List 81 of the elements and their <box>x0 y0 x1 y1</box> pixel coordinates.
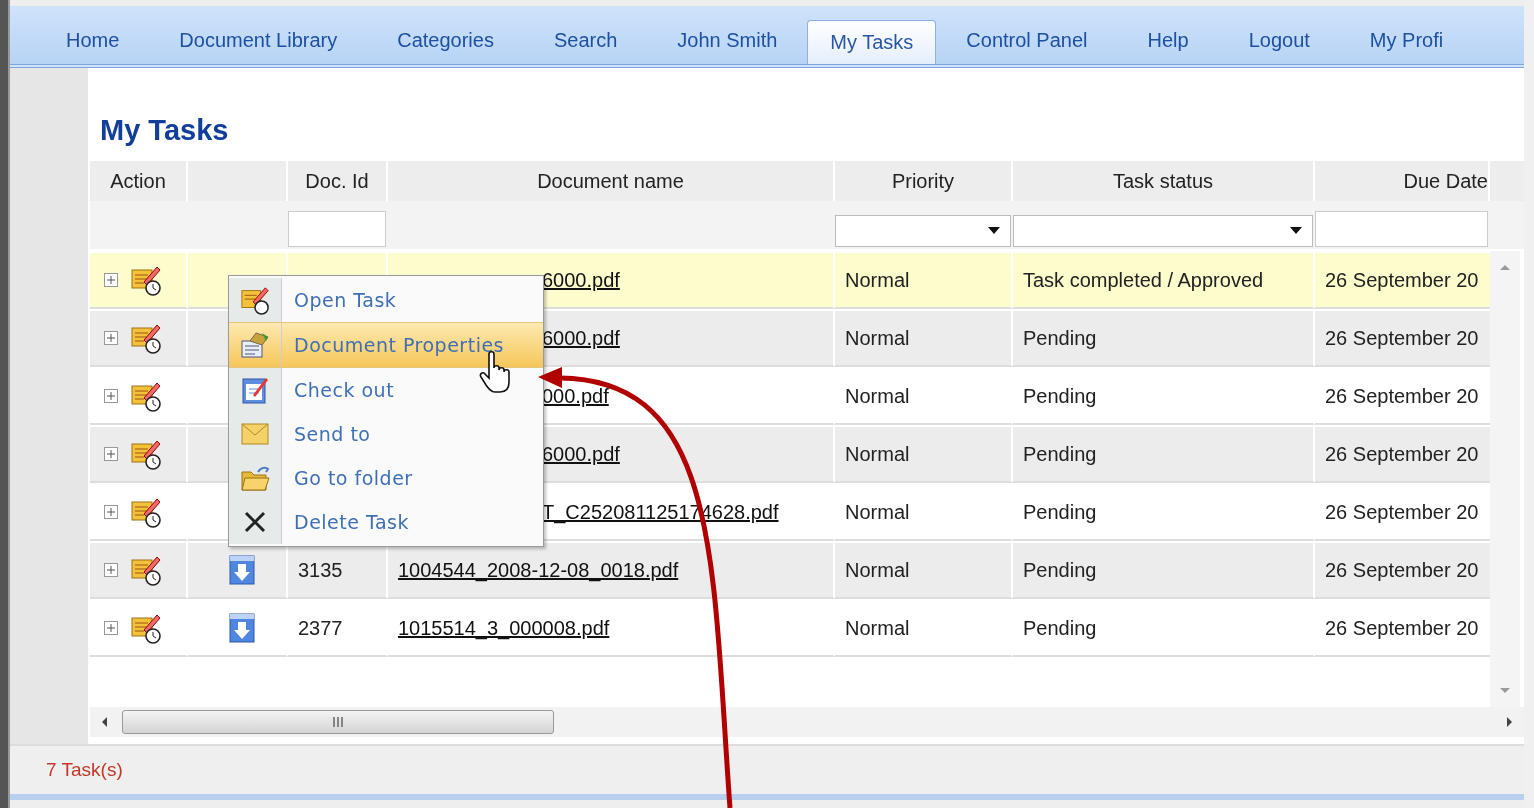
scroll-down-icon[interactable] <box>1499 687 1511 695</box>
table-cell: Task completed / Approved <box>1023 268 1264 292</box>
folder-icon <box>240 464 270 492</box>
download-icon[interactable] <box>229 613 255 643</box>
table-cell: Pending <box>1023 442 1097 466</box>
task-icon <box>240 285 270 315</box>
table-cell: 26 September 20 <box>1325 384 1479 408</box>
task-icon[interactable] <box>130 496 162 528</box>
scroll-up-icon[interactable] <box>1499 263 1511 271</box>
page-title: My Tasks <box>100 114 230 147</box>
nav-tab[interactable]: My Profi <box>1339 19 1474 64</box>
expand-icon[interactable] <box>104 563 118 577</box>
nav-tab[interactable]: My Tasks <box>807 20 937 64</box>
table-cell: Pending <box>1023 616 1097 640</box>
dropdown-arrow-icon <box>1290 227 1302 235</box>
document-link[interactable]: 000.pdf <box>542 384 609 408</box>
filter-dropdown[interactable] <box>835 215 1011 247</box>
scroll-left-icon[interactable] <box>100 716 108 728</box>
table-cell: 26 September 20 <box>1325 500 1479 524</box>
expand-icon[interactable] <box>104 447 118 461</box>
nav-tab[interactable]: Help <box>1117 19 1219 64</box>
download-icon[interactable] <box>229 555 255 585</box>
delete-icon <box>243 510 267 534</box>
nav-tab[interactable]: Document Library <box>149 19 368 64</box>
dropdown-arrow-icon <box>988 227 1000 235</box>
table-cell: 26 September 20 <box>1325 442 1479 466</box>
task-icon[interactable] <box>130 554 162 586</box>
nav-tab[interactable]: Categories <box>367 19 524 64</box>
table-cell: 3135 <box>298 558 343 582</box>
expand-icon[interactable] <box>104 273 118 287</box>
table-row[interactable]: 3135 1004544_2008-12-08_0018.pdf Normal Pending 26 September 20 <box>90 543 1490 599</box>
table-cell: Pending <box>1023 500 1097 524</box>
nav-tab[interactable]: Home <box>36 19 150 64</box>
table-cell: 26 September 20 <box>1325 268 1479 292</box>
task-count: 7 Task(s) <box>46 759 123 781</box>
table-cell: Pending <box>1023 558 1097 582</box>
table-cell: 26 September 20 <box>1325 616 1479 640</box>
table-cell: Normal <box>845 558 910 582</box>
document-link[interactable]: 6000.pdf <box>542 442 620 466</box>
document-link[interactable]: 6000.pdf <box>542 268 620 292</box>
grip-icon <box>332 717 344 727</box>
nav-tab[interactable]: John Smith <box>647 19 808 64</box>
filter-dropdown[interactable] <box>1013 215 1313 247</box>
task-icon[interactable] <box>130 264 162 296</box>
table-cell: Pending <box>1023 326 1097 350</box>
task-icon[interactable] <box>130 612 162 644</box>
menu-item[interactable]: Check out <box>229 368 543 412</box>
table-cell: 26 September 20 <box>1325 326 1479 350</box>
document-link[interactable]: 6000.pdf <box>542 326 620 350</box>
expand-icon[interactable] <box>104 505 118 519</box>
horizontal-scrollbar[interactable] <box>90 707 1524 737</box>
task-icon[interactable] <box>130 438 162 470</box>
menu-item[interactable]: Document Properties <box>229 322 543 368</box>
table-cell: Normal <box>845 616 910 640</box>
document-link[interactable]: 1004544_2008-12-08_0018.pdf <box>398 558 679 582</box>
checkout-icon <box>241 375 269 405</box>
task-icon[interactable] <box>130 322 162 354</box>
nav-tab[interactable]: Search <box>523 19 648 64</box>
task-icon[interactable] <box>130 380 162 412</box>
expand-icon[interactable] <box>104 389 118 403</box>
scroll-right-icon[interactable] <box>1506 716 1514 728</box>
table-cell: 2377 <box>298 616 343 640</box>
filter-field[interactable] <box>1315 211 1488 247</box>
vertical-scrollbar[interactable] <box>1490 251 1520 707</box>
filter-field[interactable] <box>288 211 386 247</box>
expand-icon[interactable] <box>104 331 118 345</box>
expand-icon[interactable] <box>104 621 118 635</box>
document-link[interactable]: 1015514_3_000008.pdf <box>398 616 610 640</box>
nav-tab[interactable]: Logout <box>1218 19 1340 64</box>
properties-icon <box>240 331 270 359</box>
table-cell: Normal <box>845 268 910 292</box>
table-cell: Normal <box>845 442 910 466</box>
envelope-icon <box>241 423 269 445</box>
table-cell: Normal <box>845 326 910 350</box>
table-cell: Pending <box>1023 384 1097 408</box>
table-cell: 26 September 20 <box>1325 558 1479 582</box>
table-cell: Normal <box>845 500 910 524</box>
scrollbar-thumb[interactable] <box>122 710 554 734</box>
menu-item[interactable]: Delete Task <box>229 500 543 544</box>
nav-tab[interactable]: Control Panel <box>936 19 1118 64</box>
table-cell: Normal <box>845 384 910 408</box>
